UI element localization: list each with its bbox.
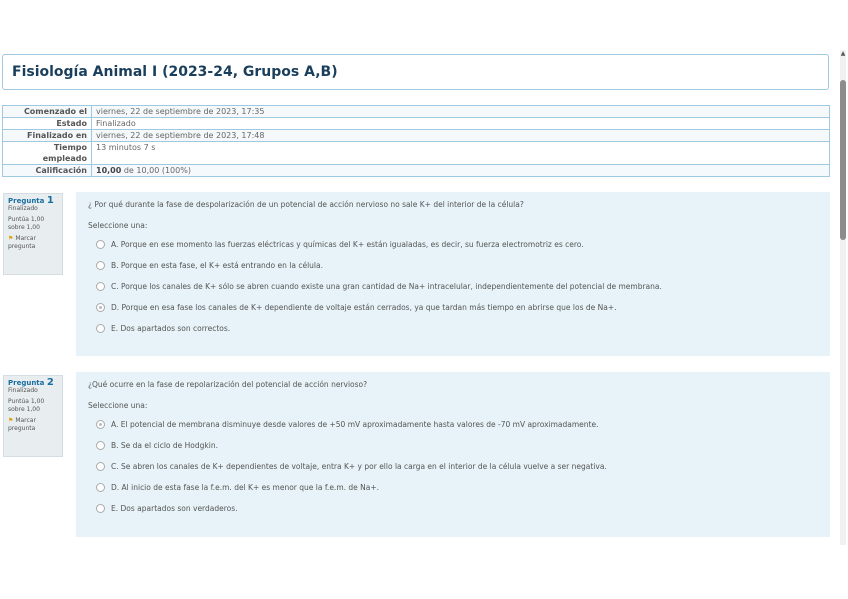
option-label: E. Dos apartados son correctos.: [111, 324, 231, 333]
question-number: Pregunta 1: [8, 195, 58, 206]
option-label: A. Porque en ese momento las fuerzas elé…: [111, 240, 584, 249]
option-label: C. Porque los canales de K+ sólo se abre…: [111, 282, 662, 291]
option-label: D. Porque en esa fase los canales de K+ …: [111, 303, 617, 312]
flag-question-link[interactable]: ⚑ Marcar pregunta: [8, 417, 58, 433]
answer-option[interactable]: A. El potencial de membrana disminuye de…: [96, 414, 818, 435]
answer-option[interactable]: C. Se abren los canales de K+ dependient…: [96, 456, 818, 477]
radio-button-selected[interactable]: [96, 303, 105, 312]
course-header: Fisiología Animal I (2023-24, Grupos A,B…: [2, 54, 829, 90]
option-label: D. Al inicio de esta fase la f.e.m. del …: [111, 483, 380, 492]
question-content-1: ¿ Por qué durante la fase de despolariza…: [76, 192, 830, 356]
question-info-1: Pregunta 1 Finalizado Puntúa 1,00 sobre …: [3, 193, 63, 275]
flag-question-link[interactable]: ⚑ Marcar pregunta: [8, 235, 58, 251]
question-content-2: ¿Qué ocurre en la fase de repolarización…: [76, 372, 830, 537]
question-label: Pregunta: [8, 379, 45, 387]
summary-row-started: Comenzado el viernes, 22 de septiembre d…: [2, 105, 830, 118]
question-text: ¿Qué ocurre en la fase de repolarización…: [88, 380, 368, 389]
question-points: Puntúa 1,00 sobre 1,00: [8, 216, 45, 231]
option-label: A. El potencial de membrana disminuye de…: [111, 420, 599, 429]
flag-label: Marcar pregunta: [8, 235, 36, 250]
summary-row-state: Estado Finalizado: [2, 117, 830, 130]
radio-button[interactable]: [96, 504, 105, 513]
option-label: B. Porque en esta fase, el K+ está entra…: [111, 261, 323, 270]
answer-option[interactable]: D. Al inicio de esta fase la f.e.m. del …: [96, 477, 818, 498]
scrollbar-thumb[interactable]: [840, 80, 846, 240]
radio-button-selected[interactable]: [96, 420, 105, 429]
answer-prompt: Seleccione una:: [88, 401, 148, 410]
radio-button[interactable]: [96, 282, 105, 291]
question-status: Finalizado: [8, 387, 38, 394]
answer-prompt: Seleccione una:: [88, 221, 148, 230]
question-points: Puntúa 1,00 sobre 1,00: [8, 398, 45, 413]
option-label: B. Se da el ciclo de Hodgkin.: [111, 441, 218, 450]
option-label: E. Dos apartados son verdaderos.: [111, 504, 238, 513]
question-text: ¿ Por qué durante la fase de despolariza…: [88, 200, 524, 209]
grade-value: 10,00: [96, 166, 122, 175]
summary-label: Finalizado en: [2, 129, 92, 142]
answer-option[interactable]: D. Porque en esa fase los canales de K+ …: [96, 297, 818, 318]
summary-label: Comenzado el: [2, 105, 92, 118]
answer-option[interactable]: C. Porque los canales de K+ sólo se abre…: [96, 276, 818, 297]
question-number: Pregunta 2: [8, 377, 58, 388]
radio-button[interactable]: [96, 261, 105, 270]
summary-label: Tiempo empleado: [2, 141, 92, 165]
radio-button[interactable]: [96, 483, 105, 492]
answer-option[interactable]: E. Dos apartados son verdaderos.: [96, 498, 818, 519]
summary-value: 13 minutos 7 s: [91, 141, 830, 165]
summary-value: viernes, 22 de septiembre de 2023, 17:48: [91, 129, 830, 142]
flag-icon: ⚑: [8, 417, 14, 424]
grade-total: de 10,00 (100%): [121, 166, 191, 175]
question-number-value: 2: [46, 377, 54, 388]
question-label: Pregunta: [8, 197, 45, 205]
flag-label: Marcar pregunta: [8, 417, 36, 432]
answer-option[interactable]: B. Se da el ciclo de Hodgkin.: [96, 435, 818, 456]
question-info-2: Pregunta 2 Finalizado Puntúa 1,00 sobre …: [3, 375, 63, 457]
summary-row-grade: Calificación 10,00 de 10,00 (100%): [2, 164, 830, 177]
page-title: Fisiología Animal I (2023-24, Grupos A,B…: [12, 64, 338, 80]
radio-button[interactable]: [96, 441, 105, 450]
summary-label: Estado: [2, 117, 92, 130]
radio-button[interactable]: [96, 462, 105, 471]
summary-label: Calificación: [2, 164, 92, 177]
radio-button[interactable]: [96, 324, 105, 333]
answer-option[interactable]: E. Dos apartados son correctos.: [96, 318, 818, 339]
attempt-summary-table: Comenzado el viernes, 22 de septiembre d…: [2, 105, 830, 177]
option-label: C. Se abren los canales de K+ dependient…: [111, 462, 607, 471]
question-number-value: 1: [46, 195, 54, 206]
vertical-scrollbar[interactable]: ▲: [840, 50, 846, 545]
summary-value: Finalizado: [91, 117, 830, 130]
answer-option[interactable]: B. Porque en esta fase, el K+ está entra…: [96, 255, 818, 276]
radio-button[interactable]: [96, 240, 105, 249]
answer-option[interactable]: A. Porque en ese momento las fuerzas elé…: [96, 234, 818, 255]
question-status: Finalizado: [8, 205, 38, 212]
scroll-up-arrow-icon[interactable]: ▲: [840, 50, 846, 58]
summary-value: viernes, 22 de septiembre de 2023, 17:35: [91, 105, 830, 118]
flag-icon: ⚑: [8, 235, 14, 242]
summary-row-finished: Finalizado en viernes, 22 de septiembre …: [2, 129, 830, 142]
summary-row-time: Tiempo empleado 13 minutos 7 s: [2, 141, 830, 165]
summary-value: 10,00 de 10,00 (100%): [91, 164, 830, 177]
